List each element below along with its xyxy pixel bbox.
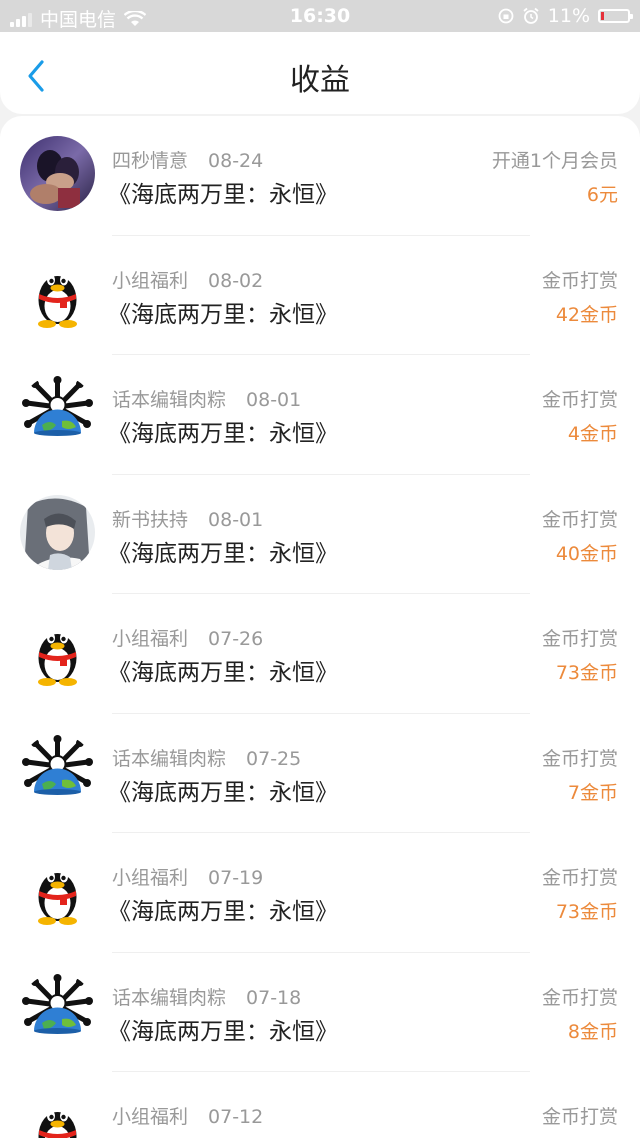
earning-date: 08-24 <box>208 150 264 172</box>
earning-date: 08-02 <box>208 269 264 292</box>
bone-globe-avatar[interactable] <box>20 375 95 450</box>
earning-type: 金币打赏 <box>541 508 618 531</box>
source-name: 小组福利 <box>112 867 189 889</box>
alarm-icon <box>523 7 539 24</box>
earning-item[interactable]: 新书扶持 08-01 《海底两万里：永恒》 金币打赏 40金币 <box>0 475 640 594</box>
earning-amount: 40金币 <box>555 542 618 565</box>
source-name: 新书扶持 <box>112 508 189 531</box>
book-title: 《海底两万里：永恒》 <box>108 301 338 328</box>
earning-type: 开通1个月会员 <box>491 150 618 172</box>
source-name: 话本编辑肉粽 <box>112 389 227 411</box>
earning-amount: 73金币 <box>555 901 618 923</box>
book-title: 《海底两万里：永恒》 <box>108 182 338 208</box>
earning-type: 金币打赏 <box>541 986 618 1009</box>
earning-date: 07-19 <box>208 867 264 889</box>
source-name: 话本编辑肉粽 <box>112 986 227 1009</box>
earning-type: 金币打赏 <box>541 1106 618 1128</box>
qq-penguin-avatar[interactable] <box>20 614 95 689</box>
earning-date: 07-25 <box>246 747 302 770</box>
earnings-list: 四秒情意 08-24 《海底两万里：永恒》 开通1个月会员 6元 小组福利 08-02 《海… <box>0 116 640 1138</box>
earning-date: 07-12 <box>208 1106 264 1128</box>
battery-icon <box>598 9 633 23</box>
source-name: 小组福利 <box>112 628 189 650</box>
earning-type: 金币打赏 <box>541 747 618 770</box>
earning-source: 话本编辑肉粽 07-25 <box>112 744 301 771</box>
earning-item[interactable]: 小组福利 07-19 《海底两万里：永恒》 金币打赏 73金币 <box>0 833 640 953</box>
earning-date: 07-26 <box>208 628 264 650</box>
earning-source: 新书扶持 08-01 <box>112 505 263 532</box>
book-title: 《海底两万里：永恒》 <box>108 1018 338 1045</box>
earning-source: 小组福利 07-12 <box>112 1102 263 1129</box>
earning-date: 08-01 <box>208 508 264 531</box>
earning-item[interactable]: 小组福利 08-02 《海底两万里：永恒》 金币打赏 42金币 <box>0 236 640 355</box>
earning-amount: 8金币 <box>567 1020 618 1043</box>
earning-type: 金币打赏 <box>541 269 618 292</box>
orientation-lock-icon <box>498 8 514 24</box>
photo-couple-avatar[interactable] <box>20 136 95 211</box>
earning-source: 四秒情意 08-24 <box>112 146 263 173</box>
earning-amount: 6元 <box>586 184 618 206</box>
earning-amount: 7金币 <box>567 781 618 804</box>
earning-date: 08-01 <box>246 389 302 411</box>
book-title: 《海底两万里：永恒》 <box>108 421 338 447</box>
book-title: 《海底两万里：永恒》 <box>108 660 338 686</box>
battery-percent: 11% <box>547 5 590 27</box>
earning-type: 金币打赏 <box>541 389 618 411</box>
earning-date: 07-18 <box>246 986 302 1009</box>
earning-amount: 42金币 <box>555 303 618 326</box>
earning-source: 小组福利 07-19 <box>112 863 263 890</box>
source-name: 小组福利 <box>112 1106 189 1128</box>
bone-globe-avatar[interactable] <box>20 733 95 809</box>
qq-penguin-avatar[interactable] <box>20 255 95 331</box>
earning-amount: 73金币 <box>555 662 618 684</box>
qq-penguin-avatar[interactable] <box>20 853 95 928</box>
page-title: 收益 <box>290 63 350 98</box>
book-title: 《海底两万里：永恒》 <box>108 779 338 806</box>
anime-character-avatar[interactable] <box>20 494 95 570</box>
earning-item[interactable]: 小组福利07-12《海底两万里：永恒》金币打赏73金币 <box>0 1072 640 1138</box>
qq-penguin-avatar[interactable] <box>20 1092 95 1138</box>
earning-source: 话本编辑肉粽 08-01 <box>112 385 301 412</box>
earning-item[interactable]: 话本编辑肉粽 07-25 《海底两万里：永恒》 金币打赏 7金币 <box>0 714 640 833</box>
book-title: 《海底两万里：永恒》 <box>108 540 338 567</box>
earning-type: 金币打赏 <box>541 867 618 889</box>
earning-source: 小组福利 08-02 <box>112 266 263 293</box>
earning-amount: 4金币 <box>567 423 618 445</box>
source-name: 话本编辑肉粽 <box>112 747 227 770</box>
earning-type: 金币打赏 <box>541 628 618 650</box>
earning-item[interactable]: 小组福利 07-26 《海底两万里：永恒》 金币打赏 73金币 <box>0 594 640 714</box>
bone-globe-avatar[interactable] <box>20 972 95 1048</box>
source-name: 小组福利 <box>112 269 189 292</box>
earning-item[interactable]: 话本编辑肉粽 07-18 《海底两万里：永恒》 金币打赏 8金币 <box>0 953 640 1072</box>
book-title: 《海底两万里：永恒》 <box>108 1131 338 1138</box>
status-bar: 中国电信 16:30 11% <box>0 0 640 32</box>
earning-item[interactable]: 话本编辑肉粽 08-01 《海底两万里：永恒》 金币打赏 4金币 <box>0 355 640 475</box>
earning-source: 话本编辑肉粽 07-18 <box>112 983 301 1010</box>
earning-item[interactable]: 四秒情意 08-24 《海底两万里：永恒》 开通1个月会员 6元 <box>0 116 640 236</box>
earning-source: 小组福利 07-26 <box>112 624 263 651</box>
source-name: 四秒情意 <box>112 150 189 172</box>
navigation-bar: 收益 <box>0 32 640 114</box>
book-title: 《海底两万里：永恒》 <box>108 899 338 925</box>
